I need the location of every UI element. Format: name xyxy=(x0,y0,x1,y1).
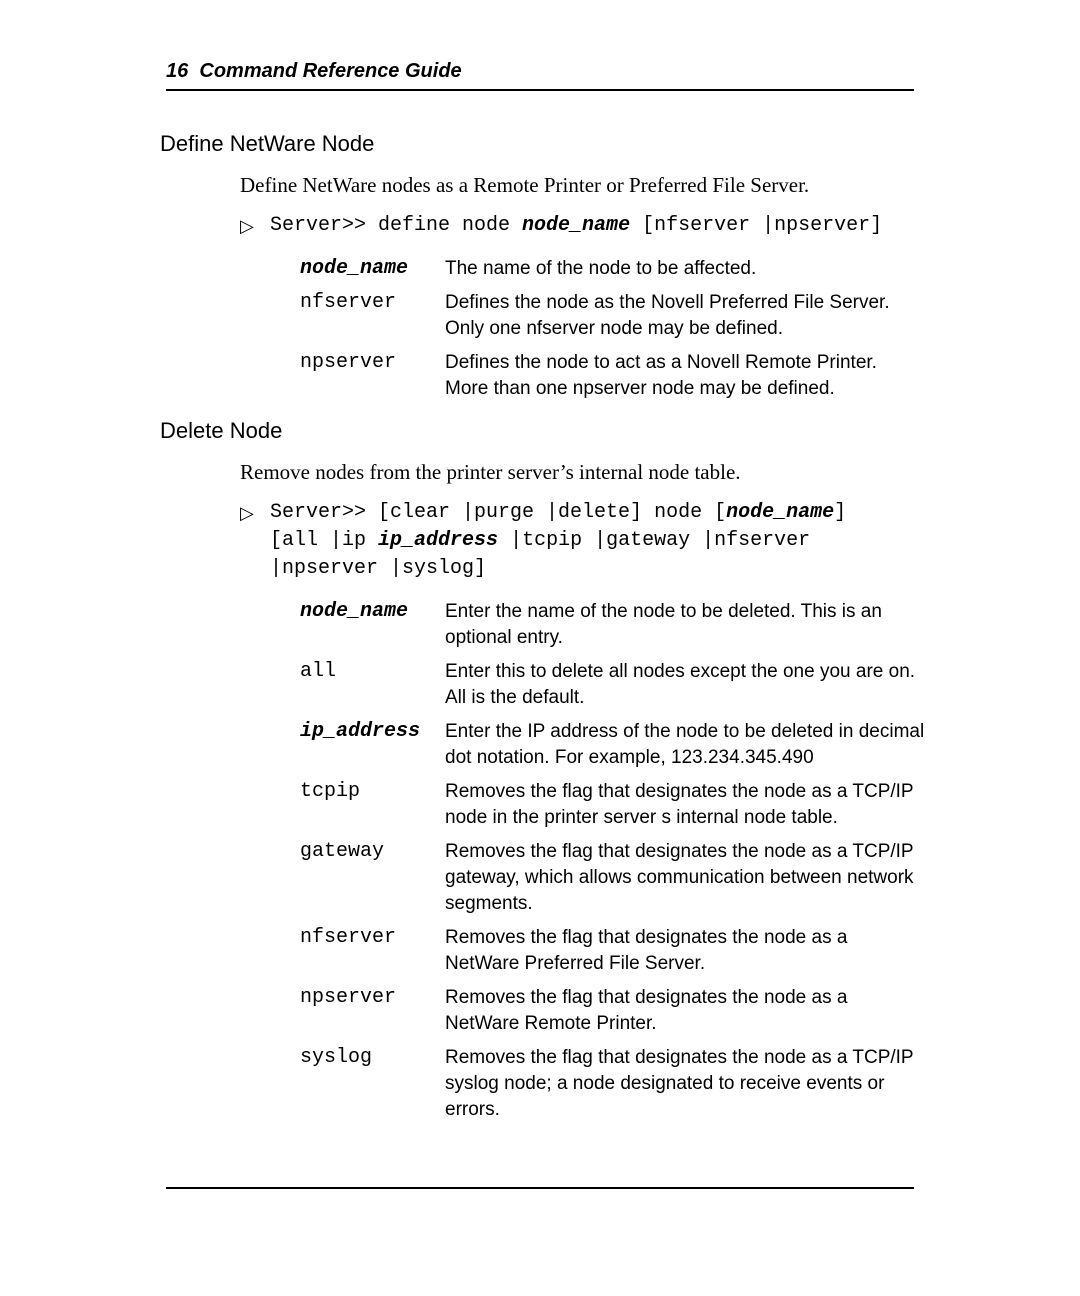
param-row: syslog Removes the flag that designates … xyxy=(300,1041,925,1127)
page: 16 Command Reference Guide Define NetWar… xyxy=(0,0,1080,1229)
param-desc: Enter the IP address of the node to be d… xyxy=(445,715,925,775)
triangle-icon: ▷ xyxy=(240,212,270,240)
cmd-line1-c: ] xyxy=(834,501,846,524)
param-name: nfserver xyxy=(300,286,445,346)
param-desc: Removes the flag that designates the nod… xyxy=(445,981,925,1041)
param-row: node_name The name of the node to be aff… xyxy=(300,252,925,286)
param-desc: Defines the node to act as a Novell Remo… xyxy=(445,346,925,406)
param-name: tcpip xyxy=(300,775,445,835)
param-name: node_name xyxy=(300,595,445,655)
running-head: 16 Command Reference Guide xyxy=(166,60,990,83)
params-define-node: node_name The name of the node to be aff… xyxy=(300,252,925,406)
cmd-suffix: [nfserver |npserver] xyxy=(630,214,882,237)
param-desc: The name of the node to be affected. xyxy=(445,252,925,286)
param-row: npserver Removes the flag that designate… xyxy=(300,981,925,1041)
cmd-line1-a: Server>> [clear |purge |delete] node [ xyxy=(270,501,726,524)
param-desc: Enter the name of the node to be deleted… xyxy=(445,595,925,655)
param-row: node_name Enter the name of the node to … xyxy=(300,595,925,655)
param-row: gateway Removes the flag that designates… xyxy=(300,835,925,921)
param-name: ip_address xyxy=(300,715,445,775)
param-name: nfserver xyxy=(300,921,445,981)
params-delete-node: node_name Enter the name of the node to … xyxy=(300,595,925,1127)
intro-define-netware-node: Define NetWare nodes as a Remote Printer… xyxy=(240,173,930,198)
param-name: syslog xyxy=(300,1041,445,1127)
param-desc: Defines the node as the Novell Preferred… xyxy=(445,286,925,346)
param-row: tcpip Removes the flag that designates t… xyxy=(300,775,925,835)
cmd-line2-a: [all |ip xyxy=(270,529,378,552)
param-name: npserver xyxy=(300,981,445,1041)
param-name: node_name xyxy=(300,252,445,286)
triangle-icon: ▷ xyxy=(240,499,270,527)
page-number: 16 xyxy=(166,60,188,82)
cmd-line2-var: ip_address xyxy=(378,529,498,552)
param-desc: Removes the flag that designates the nod… xyxy=(445,835,925,921)
doc-title: Command Reference Guide xyxy=(199,60,461,82)
param-row: ip_address Enter the IP address of the n… xyxy=(300,715,925,775)
top-rule xyxy=(166,89,914,91)
param-row: all Enter this to delete all nodes excep… xyxy=(300,655,925,715)
param-desc: Removes the flag that designates the nod… xyxy=(445,1041,925,1127)
param-row: npserver Defines the node to act as a No… xyxy=(300,346,925,406)
param-name: all xyxy=(300,655,445,715)
cmd-line3: |npserver |syslog] xyxy=(270,557,486,580)
command-delete-node: ▷ Server>> [clear |purge |delete] node [… xyxy=(270,499,930,583)
param-desc: Removes the flag that designates the nod… xyxy=(445,775,925,835)
cmd-variable: node_name xyxy=(522,214,630,237)
intro-delete-node: Remove nodes from the printer server’s i… xyxy=(240,460,930,485)
heading-delete-node: Delete Node xyxy=(160,418,990,444)
cmd-line2-c: |tcpip |gateway |nfserver xyxy=(498,529,810,552)
bottom-rule xyxy=(166,1187,914,1189)
command-define-node: ▷ Server>> define node node_name [nfserv… xyxy=(270,212,930,240)
command-text: Server>> define node node_name [nfserver… xyxy=(270,212,930,240)
param-name: gateway xyxy=(300,835,445,921)
param-row: nfserver Defines the node as the Novell … xyxy=(300,286,925,346)
param-desc: Enter this to delete all nodes except th… xyxy=(445,655,925,715)
cmd-prefix: Server>> define node xyxy=(270,214,522,237)
param-desc: Removes the flag that designates the nod… xyxy=(445,921,925,981)
heading-define-netware-node: Define NetWare Node xyxy=(160,131,990,157)
param-row: nfserver Removes the flag that designate… xyxy=(300,921,925,981)
command-text: Server>> [clear |purge |delete] node [no… xyxy=(270,499,930,583)
cmd-line1-var: node_name xyxy=(726,501,834,524)
param-name: npserver xyxy=(300,346,445,406)
